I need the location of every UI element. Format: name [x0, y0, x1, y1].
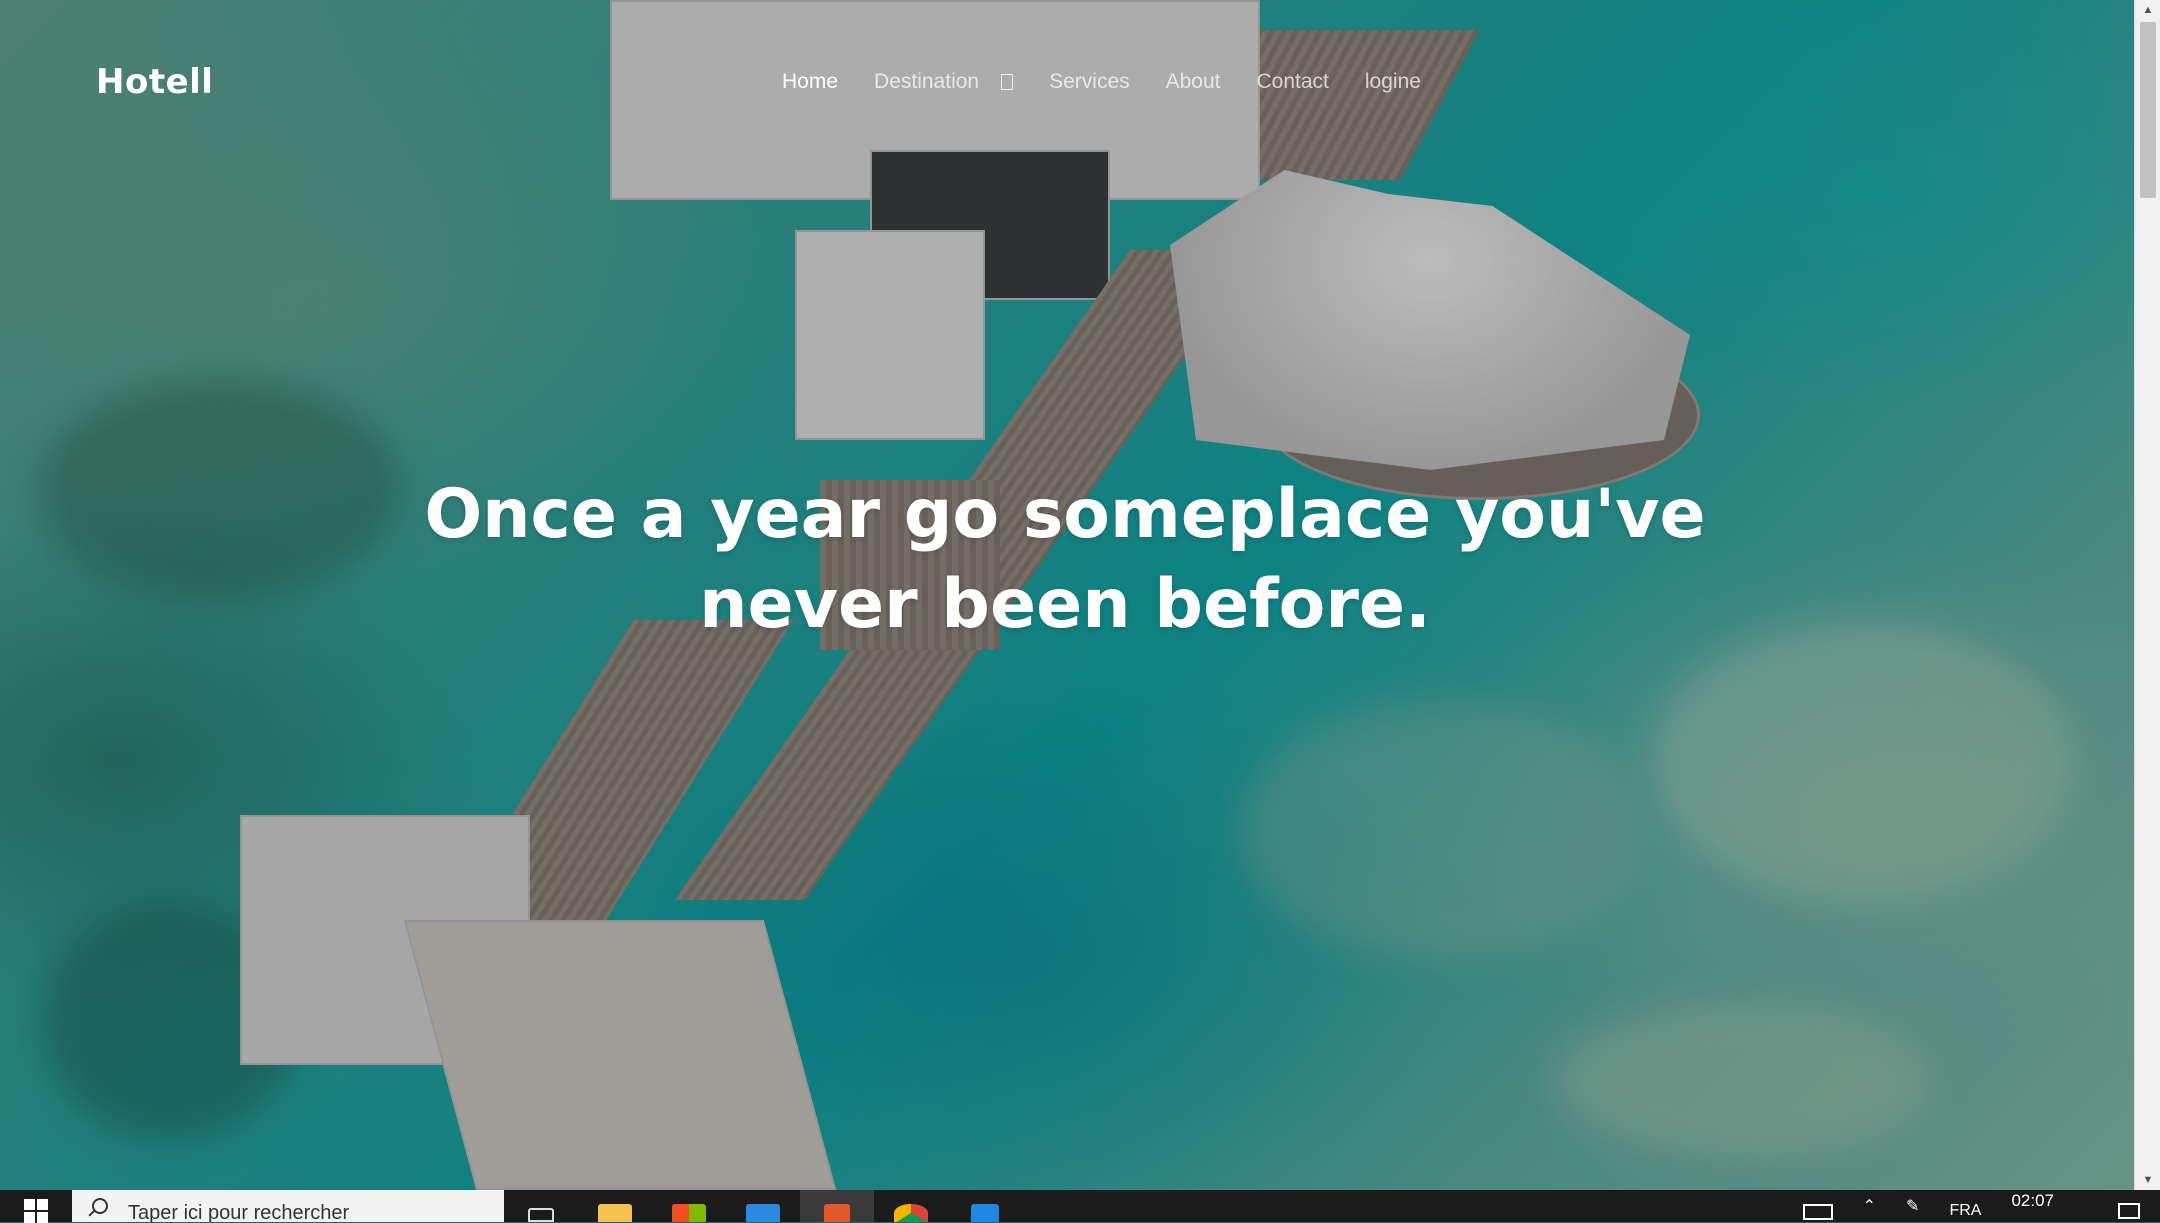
windows-logo-icon [24, 1199, 48, 1223]
nav-about-label: About [1165, 70, 1221, 93]
mail-icon[interactable] [726, 1190, 800, 1222]
chevron-up-icon[interactable]: ⌃ [1863, 1196, 1876, 1216]
nav-contact-label: Contact [1256, 70, 1329, 93]
nav-services[interactable]: Services [1049, 70, 1130, 94]
language-indicator[interactable]: FRA [1949, 1202, 1981, 1220]
scroll-up-icon[interactable]: ▲ [2135, 0, 2160, 20]
hero-title-line-1: Once a year go someplace you've [424, 475, 1706, 554]
nav-home[interactable]: Home [782, 70, 838, 94]
navbar: Hotell Home Destination Services About C… [0, 0, 2134, 170]
hero-title-line-2: never been before. [699, 565, 1431, 644]
brave-icon[interactable] [800, 1190, 874, 1222]
vscode-icon[interactable] [948, 1190, 1022, 1222]
file-explorer-icon[interactable] [578, 1190, 652, 1222]
nav-home-label: Home [782, 70, 839, 93]
taskbar-search-input[interactable]: Taper ici pour rechercher [72, 1190, 504, 1222]
dropdown-icon [1001, 74, 1014, 90]
hero-section: Hotell Home Destination Services About C… [0, 0, 2134, 1190]
nav-login[interactable]: logine [1365, 70, 1421, 94]
nav-contact[interactable]: Contact [1257, 70, 1329, 94]
taskbar-clock[interactable]: 02:07 [2011, 1191, 2054, 1211]
page-scrollbar[interactable]: ▲ ▼ [2134, 0, 2160, 1190]
notification-icon[interactable] [2118, 1203, 2140, 1219]
nav-links: Home Destination Services About Contact … [782, 70, 1457, 94]
nav-about[interactable]: About [1166, 70, 1221, 94]
nav-login-label: logine [1364, 70, 1421, 93]
search-placeholder: Taper ici pour rechercher [128, 1201, 350, 1223]
news-icon[interactable] [1802, 1204, 1833, 1220]
brand-logo[interactable]: Hotell [96, 62, 213, 102]
search-icon [92, 1198, 108, 1214]
pen-icon[interactable]: ✎ [1906, 1196, 1919, 1216]
nav-services-label: Services [1049, 70, 1130, 93]
scroll-thumb[interactable] [2140, 22, 2156, 198]
nav-destination-label: Destination [874, 70, 980, 93]
task-view-icon[interactable] [504, 1190, 578, 1222]
start-button[interactable] [0, 1190, 72, 1223]
windows-taskbar: Taper ici pour rechercher ⌃ ✎ FRA 02:07 [0, 1190, 2160, 1223]
chrome-icon[interactable] [874, 1190, 948, 1222]
scroll-down-icon[interactable]: ▼ [2135, 1170, 2160, 1190]
microsoft-store-icon[interactable] [652, 1190, 726, 1222]
system-tray: ⌃ ✎ FRA 02:07 [1802, 1190, 2160, 1222]
nav-destination[interactable]: Destination [874, 70, 1014, 94]
hero-title: Once a year go someplace you've never be… [360, 470, 1770, 650]
